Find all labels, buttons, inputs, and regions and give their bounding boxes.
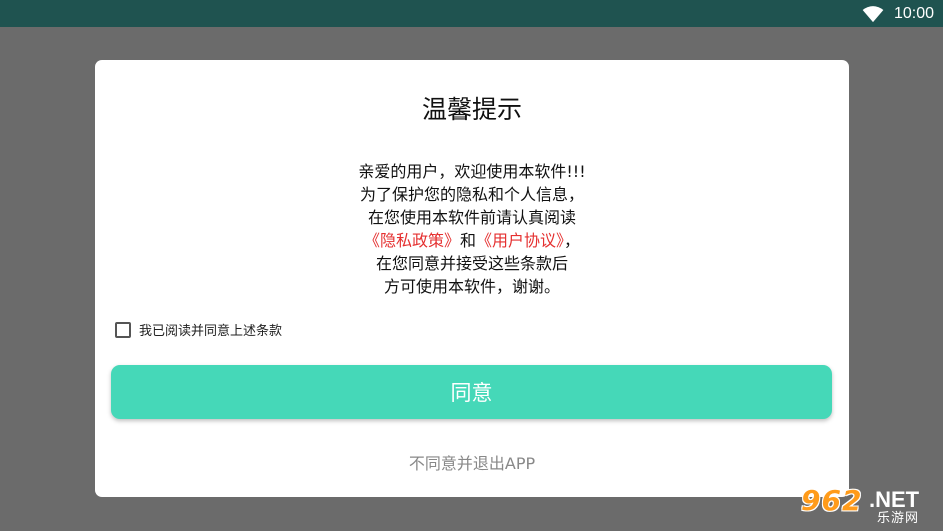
status-time: 10:00 bbox=[893, 4, 934, 22]
message-line: 为了保护您的隐私和个人信息， bbox=[359, 185, 584, 204]
status-bar: 10:00 bbox=[0, 0, 943, 27]
message-line: 亲爱的用户，欢迎使用本软件!!! bbox=[358, 162, 586, 181]
message-comma: ， bbox=[564, 231, 581, 250]
privacy-policy-link[interactable]: 《隐私政策》 bbox=[364, 231, 460, 250]
message-line: 方可使用本软件，谢谢。 bbox=[383, 277, 560, 296]
status-icons: 10:00 bbox=[862, 0, 934, 27]
agree-terms-checkbox[interactable] bbox=[115, 321, 131, 338]
disagree-exit-link[interactable]: 不同意并退出APP bbox=[95, 450, 849, 474]
privacy-dialog: 温馨提示 亲爱的用户，欢迎使用本软件!!! 为了保护您的隐私和个人信息， 在您使… bbox=[95, 60, 849, 497]
wifi-icon bbox=[862, 5, 884, 22]
message-conjunction: 和 bbox=[459, 231, 476, 250]
message-line: 在您同意并接受这些条款后 bbox=[375, 254, 568, 273]
dialog-title: 温馨提示 bbox=[421, 95, 522, 124]
message-line: 在您使用本软件前请认真阅读 bbox=[367, 208, 576, 227]
agree-button[interactable]: 同意 bbox=[111, 365, 832, 419]
agree-terms-checkbox-row[interactable]: 我已阅读并同意上述条款 bbox=[115, 320, 282, 339]
message-links-line: 《隐私政策》和《用户协议》， bbox=[95, 229, 849, 252]
watermark-brand: 962 bbox=[801, 484, 863, 517]
dialog-message: 亲爱的用户，欢迎使用本软件!!! 为了保护您的隐私和个人信息， 在您使用本软件前… bbox=[95, 160, 849, 298]
user-agreement-link[interactable]: 《用户协议》 bbox=[476, 231, 564, 250]
watermark-logo: 962 .NET 乐游网 bbox=[801, 484, 937, 526]
agree-terms-label: 我已阅读并同意上述条款 bbox=[139, 324, 283, 339]
watermark-sub: 乐游网 bbox=[877, 511, 920, 526]
